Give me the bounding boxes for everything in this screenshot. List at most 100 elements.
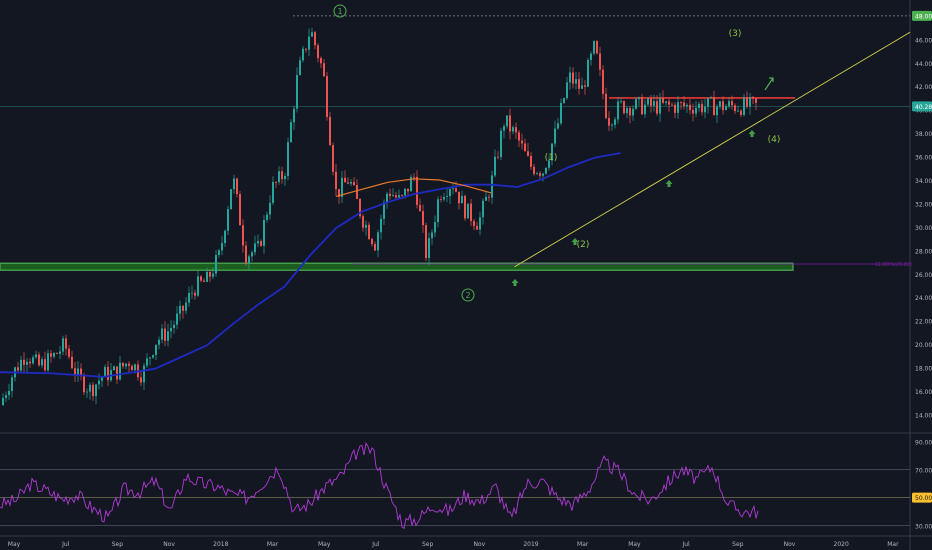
candle-body (362, 216, 364, 228)
candle-body (407, 188, 409, 192)
candle-body (98, 380, 100, 385)
candle-body (218, 250, 220, 255)
candle-body (236, 178, 238, 195)
candle-body (170, 328, 172, 332)
price-tick-label: 20.00 (915, 342, 932, 349)
rsi-tick-label: 70.00 (915, 468, 932, 475)
candle-body (77, 368, 79, 375)
wave-label-text: 1 (337, 7, 342, 16)
candle-body (515, 127, 517, 133)
time-tick-label: 2019 (523, 541, 538, 548)
candle-body (659, 98, 661, 114)
candle-body (176, 313, 178, 325)
candle-body (707, 98, 709, 107)
candle-body (401, 195, 403, 196)
price-tick-label: 34.00 (915, 178, 932, 185)
candle-body (32, 357, 34, 364)
candle-body (179, 305, 181, 314)
wave-label-text: (3) (729, 29, 742, 39)
candle-body (86, 391, 88, 393)
candle-body (56, 353, 58, 354)
candle-body (695, 107, 697, 114)
candle-body (449, 189, 451, 197)
candle-body (329, 116, 331, 146)
candle-body (461, 195, 463, 204)
candle-body (299, 60, 301, 75)
candle-body (71, 356, 73, 369)
price-tick-label: 26.00 (915, 272, 932, 279)
candle-body (347, 182, 349, 184)
wave-label-text: (4) (768, 135, 781, 145)
candle-body (746, 97, 748, 107)
candle-body (164, 328, 166, 341)
candle-body (242, 225, 244, 246)
candle-body (506, 115, 508, 127)
candle-body (479, 217, 481, 230)
price-tick-label: 28.00 (915, 248, 932, 255)
candle-body (749, 96, 751, 107)
candle-body (350, 182, 352, 184)
candle-body (317, 45, 319, 59)
candle-body (185, 302, 187, 311)
candle-body (482, 200, 484, 218)
candle-body (689, 104, 691, 111)
candle-body (584, 85, 586, 87)
candle-body (392, 195, 394, 197)
candle-body (194, 292, 196, 296)
price-chart[interactable]: 14.00 16.00 18.00 20.00 22.00 24.00 26.00 28.00… (0, 0, 932, 550)
time-tick-label: May (318, 541, 331, 548)
candle-body (428, 238, 430, 259)
candle-body (146, 358, 148, 366)
candle-body (653, 101, 655, 106)
candle-body (560, 102, 562, 124)
candle-body (638, 97, 640, 100)
time-tick-label: Nov (784, 541, 796, 548)
candle-body (566, 82, 568, 99)
price-tick-label: 30.00 (915, 225, 932, 232)
candle-body (290, 122, 292, 143)
rsi-tick-label: 30.00 (915, 524, 932, 531)
candle-body (92, 384, 94, 397)
candle-body (533, 166, 535, 174)
candle-body (422, 211, 424, 226)
candle-body (20, 359, 22, 371)
candle-body (104, 366, 106, 377)
candle-body (353, 182, 355, 186)
candle-body (572, 72, 574, 84)
candle-body (368, 224, 370, 240)
candle-body (53, 353, 55, 357)
candle-body (731, 101, 733, 106)
fib-level-label: 61.80%(26.83) (875, 262, 912, 268)
candle-body (494, 156, 496, 176)
time-tick-label: 2018 (213, 541, 228, 548)
candle-body (107, 366, 109, 381)
candle-body (5, 395, 7, 398)
candle-body (620, 101, 622, 102)
candle-body (716, 106, 718, 116)
candle-body (467, 203, 469, 219)
candle-body (308, 36, 310, 50)
candle-body (647, 98, 649, 105)
candle-body (605, 93, 607, 119)
candle-body (509, 115, 511, 132)
candle-body (44, 359, 46, 371)
chart-background (0, 0, 932, 550)
candle-body (602, 69, 604, 94)
price-tick-label: 24.00 (915, 295, 932, 302)
candle-body (11, 377, 13, 391)
candle-body (635, 99, 637, 109)
candle-body (698, 103, 700, 108)
candle-body (230, 189, 232, 210)
candle-body (683, 102, 685, 107)
candle-body (26, 361, 28, 365)
time-tick-label: Jul (681, 541, 690, 548)
candle-body (50, 353, 52, 357)
price-tick-label: 46.00 (915, 37, 932, 44)
candle-body (245, 245, 247, 264)
candle-body (284, 175, 286, 180)
candle-body (668, 101, 670, 105)
candle-body (542, 173, 544, 176)
candle-body (380, 218, 382, 233)
candle-body (149, 357, 151, 359)
candle-body (119, 362, 121, 380)
